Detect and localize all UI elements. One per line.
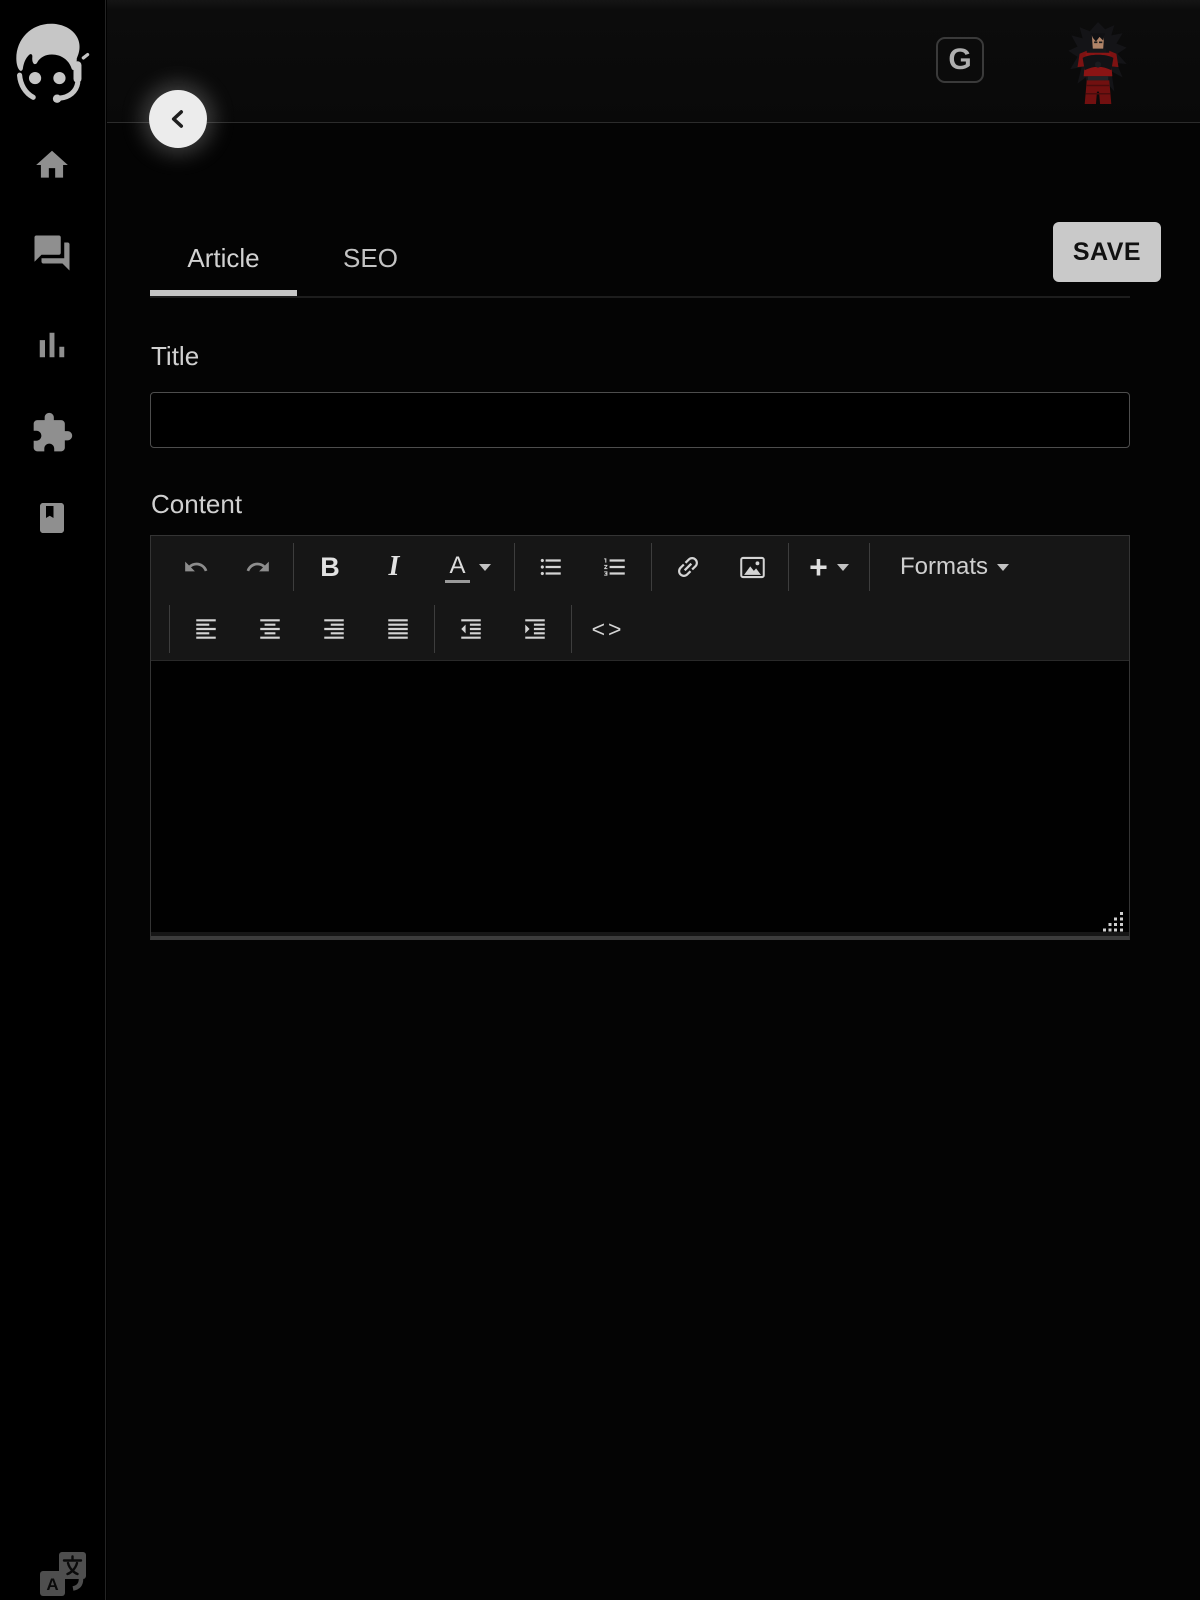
- italic-label: I: [389, 551, 400, 583]
- puzzle-icon: [30, 411, 74, 455]
- app-root: { "sidebar": { "logo_icon": "support-age…: [0, 0, 1200, 1600]
- align-justify-icon: [385, 616, 411, 642]
- sidebar-item-integrations[interactable]: [28, 409, 76, 457]
- link-icon: [674, 553, 702, 581]
- redo-icon: [245, 554, 271, 580]
- translate-icon: A: [38, 1552, 92, 1600]
- undo-icon: [183, 554, 209, 580]
- sidebar-item-analytics[interactable]: [28, 321, 76, 369]
- toolbar-separator: [651, 543, 652, 591]
- align-justify-button[interactable]: [366, 603, 430, 655]
- text-color-button[interactable]: A: [426, 541, 510, 593]
- back-button[interactable]: [149, 90, 207, 148]
- bullet-list-icon: [538, 554, 564, 580]
- numbered-list-button[interactable]: [583, 541, 647, 593]
- home-icon: [33, 146, 71, 184]
- chevron-down-icon: [479, 564, 491, 571]
- chevron-down-icon: [997, 564, 1009, 571]
- title-label: Title: [151, 341, 199, 372]
- madara-avatar-icon: [1064, 20, 1132, 106]
- editor-toolbar-row2: <>: [151, 598, 1129, 660]
- chat-icon: [31, 232, 73, 274]
- toolbar-separator: [169, 605, 170, 653]
- bold-label: B: [320, 552, 340, 583]
- indent-icon: [522, 616, 548, 642]
- align-right-button[interactable]: [302, 603, 366, 655]
- numbered-list-icon: [602, 554, 628, 580]
- image-icon: [739, 554, 766, 581]
- align-left-button[interactable]: [174, 603, 238, 655]
- outdent-button[interactable]: [439, 603, 503, 655]
- google-button[interactable]: G: [936, 37, 984, 83]
- insert-link-button[interactable]: [656, 541, 720, 593]
- formats-label: Formats: [900, 553, 988, 581]
- align-center-icon: [257, 616, 283, 642]
- align-left-icon: [193, 616, 219, 642]
- editor-resize-handle[interactable]: [1103, 912, 1125, 933]
- sidebar: A: [0, 0, 106, 1600]
- translate-button[interactable]: A: [38, 1552, 92, 1600]
- code-icon: <>: [592, 616, 625, 643]
- tab-bar: Article SEO: [150, 220, 1130, 298]
- user-avatar[interactable]: [1064, 20, 1132, 106]
- chevron-down-icon: [837, 564, 849, 571]
- redo-button[interactable]: [227, 541, 289, 593]
- support-agent-logo-icon: [6, 18, 98, 110]
- italic-button[interactable]: I: [362, 541, 426, 593]
- app-logo-button[interactable]: [6, 16, 98, 112]
- text-color-label: A: [445, 552, 469, 583]
- tab-article[interactable]: Article: [150, 220, 297, 296]
- save-button[interactable]: SAVE: [1053, 222, 1161, 282]
- svg-text:A: A: [46, 1575, 58, 1594]
- rich-text-editor: B I A: [150, 535, 1130, 940]
- formats-dropdown[interactable]: Formats: [874, 541, 1027, 593]
- toolbar-separator: [869, 543, 870, 591]
- bold-button[interactable]: B: [298, 541, 362, 593]
- top-header: [107, 0, 1200, 123]
- insert-more-button[interactable]: +: [793, 541, 865, 593]
- indent-button[interactable]: [503, 603, 567, 655]
- toolbar-separator: [514, 543, 515, 591]
- sidebar-item-home[interactable]: [28, 141, 76, 189]
- toolbar-separator: [293, 543, 294, 591]
- sidebar-item-chats[interactable]: [28, 229, 76, 277]
- undo-button[interactable]: [165, 541, 227, 593]
- tab-seo[interactable]: SEO: [297, 220, 444, 296]
- insert-image-button[interactable]: [720, 541, 784, 593]
- toolbar-separator: [434, 605, 435, 653]
- chevron-left-icon: [166, 107, 190, 131]
- align-center-button[interactable]: [238, 603, 302, 655]
- bullet-list-button[interactable]: [519, 541, 583, 593]
- toolbar-separator: [788, 543, 789, 591]
- toolbar-separator: [571, 605, 572, 653]
- bookmark-icon: [34, 500, 70, 536]
- align-right-icon: [321, 616, 347, 642]
- outdent-icon: [458, 616, 484, 642]
- content-editable-area[interactable]: [151, 660, 1129, 932]
- plus-icon: +: [809, 551, 828, 583]
- bar-chart-icon: [31, 324, 73, 366]
- source-code-button[interactable]: <>: [576, 603, 640, 655]
- content-label: Content: [151, 489, 242, 520]
- sidebar-item-articles[interactable]: [28, 494, 76, 542]
- editor-toolbar-row1: B I A: [151, 536, 1129, 598]
- title-input[interactable]: [150, 392, 1130, 448]
